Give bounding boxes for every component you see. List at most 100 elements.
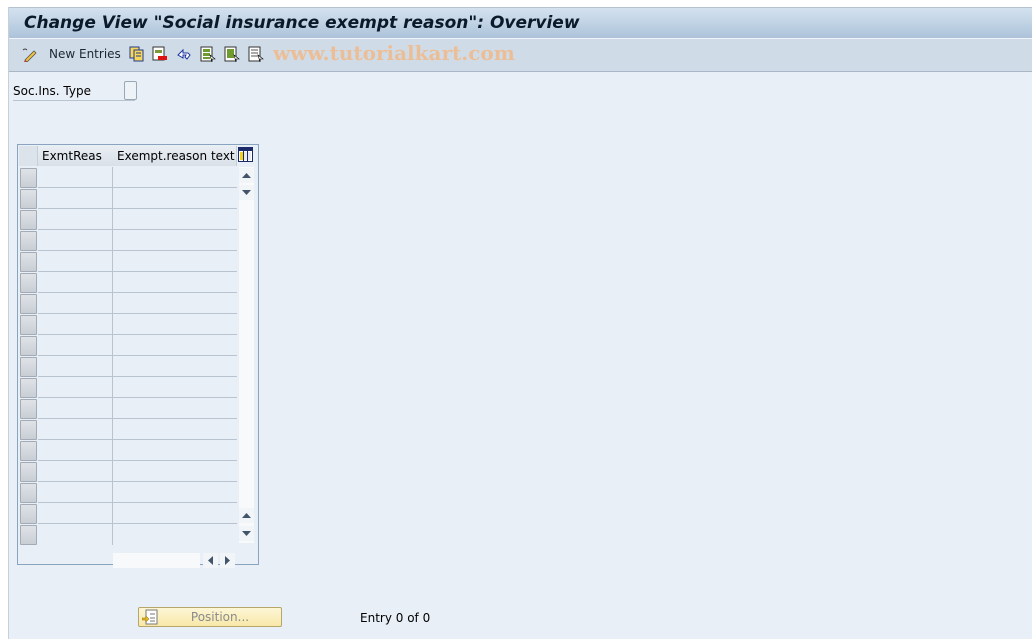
display-change-button[interactable] — [21, 45, 37, 63]
copy-icon — [129, 46, 144, 62]
cell-exmtreas[interactable] — [38, 251, 113, 272]
cell-exempt-reason-text[interactable] — [113, 461, 237, 482]
row-selector[interactable] — [20, 378, 37, 398]
row-selector[interactable] — [20, 210, 37, 230]
cell-exempt-reason-text[interactable] — [113, 482, 237, 503]
cell-exempt-reason-text[interactable] — [113, 209, 237, 230]
cell-exempt-reason-text[interactable] — [113, 251, 237, 272]
cell-exmtreas[interactable] — [38, 419, 113, 440]
table-row — [19, 377, 237, 398]
cell-exempt-reason-text[interactable] — [113, 398, 237, 419]
cell-exmtreas[interactable] — [38, 482, 113, 503]
cell-exmtreas[interactable] — [38, 230, 113, 251]
position-button-label: Position... — [190, 610, 250, 624]
row-selector[interactable] — [20, 483, 37, 503]
table-row — [19, 188, 237, 209]
cell-exmtreas[interactable] — [38, 188, 113, 209]
table-row — [19, 461, 237, 482]
table-rows — [19, 167, 237, 545]
column-header-exempt-reason-text[interactable]: Exempt.reason text — [113, 146, 237, 166]
cell-exempt-reason-text[interactable] — [113, 440, 237, 461]
cell-exmtreas[interactable] — [38, 524, 113, 545]
delete-button[interactable] — [152, 45, 168, 63]
undo-arrow-icon — [177, 48, 191, 60]
table-row — [19, 272, 237, 293]
row-selector[interactable] — [20, 504, 37, 524]
row-selector[interactable] — [20, 252, 37, 272]
cell-exempt-reason-text[interactable] — [113, 335, 237, 356]
cell-exmtreas[interactable] — [38, 461, 113, 482]
row-selector[interactable] — [20, 399, 37, 419]
cell-exmtreas[interactable] — [38, 314, 113, 335]
copy-as-button[interactable] — [129, 45, 145, 63]
cell-exempt-reason-text[interactable] — [113, 188, 237, 209]
row-selector[interactable] — [20, 231, 37, 251]
scroll-right-button[interactable] — [220, 553, 235, 568]
cell-exempt-reason-text[interactable] — [113, 167, 237, 188]
cell-exempt-reason-text[interactable] — [113, 524, 237, 545]
table-settings-icon[interactable] — [238, 147, 253, 162]
table-row — [19, 356, 237, 377]
row-selector[interactable] — [20, 420, 37, 440]
table-row — [19, 440, 237, 461]
cell-exmtreas[interactable] — [38, 398, 113, 419]
cell-exmtreas[interactable] — [38, 272, 113, 293]
scroll-page-down-button[interactable] — [239, 526, 254, 541]
new-entries-button[interactable]: New Entries — [49, 45, 121, 63]
cell-exempt-reason-text[interactable] — [113, 293, 237, 314]
vertical-scrollbar[interactable] — [239, 167, 254, 543]
row-selector[interactable] — [20, 189, 37, 209]
cell-exempt-reason-text[interactable] — [113, 272, 237, 293]
row-selector[interactable] — [20, 168, 37, 188]
cell-exempt-reason-text[interactable] — [113, 230, 237, 251]
page-title: Change View "Social insurance exempt rea… — [24, 13, 580, 33]
scroll-up-button[interactable] — [239, 168, 254, 183]
table-row — [19, 335, 237, 356]
row-selector[interactable] — [20, 294, 37, 314]
cell-exmtreas[interactable] — [38, 209, 113, 230]
row-selector[interactable] — [20, 441, 37, 461]
table-row — [19, 503, 237, 524]
pencil-glasses-icon — [22, 48, 37, 62]
table-row — [19, 419, 237, 440]
select-all-rows-header[interactable] — [19, 146, 38, 166]
table-row — [19, 251, 237, 272]
cell-exmtreas[interactable] — [38, 503, 113, 524]
scroll-left-button[interactable] — [203, 553, 218, 568]
table-row — [19, 398, 237, 419]
column-header-exmtreas[interactable]: ExmtReas — [38, 146, 114, 166]
select-block-button[interactable] — [224, 45, 240, 63]
sap-window: Change View "Social insurance exempt rea… — [8, 7, 1032, 639]
undo-change-button[interactable] — [176, 45, 192, 63]
row-selector[interactable] — [20, 315, 37, 335]
cell-exempt-reason-text[interactable] — [113, 356, 237, 377]
arrow-up-icon — [242, 173, 251, 178]
row-selector[interactable] — [20, 273, 37, 293]
cell-exempt-reason-text[interactable] — [113, 377, 237, 398]
row-selector[interactable] — [20, 357, 37, 377]
cell-exmtreas[interactable] — [38, 335, 113, 356]
cell-exmtreas[interactable] — [38, 440, 113, 461]
soc-ins-type-field[interactable] — [124, 81, 137, 100]
row-selector[interactable] — [20, 336, 37, 356]
soc-ins-type-label: Soc.Ins. Type — [13, 82, 135, 101]
row-selector[interactable] — [20, 525, 37, 545]
cell-exmtreas[interactable] — [38, 167, 113, 188]
cell-exempt-reason-text[interactable] — [113, 419, 237, 440]
cell-exmtreas[interactable] — [38, 356, 113, 377]
arrow-down-icon — [242, 190, 251, 195]
cell-exempt-reason-text[interactable] — [113, 314, 237, 335]
select-all-button[interactable] — [200, 45, 216, 63]
row-selector[interactable] — [20, 462, 37, 482]
table-row — [19, 524, 237, 545]
cell-exmtreas[interactable] — [38, 293, 113, 314]
deselect-all-icon — [248, 46, 264, 62]
scroll-page-up-button[interactable] — [239, 508, 254, 523]
cell-exempt-reason-text[interactable] — [113, 503, 237, 524]
scroll-down-button[interactable] — [239, 185, 254, 200]
title-bar: Change View "Social insurance exempt rea… — [9, 7, 1032, 39]
position-button[interactable]: Position... — [138, 607, 282, 627]
cell-exmtreas[interactable] — [38, 377, 113, 398]
deselect-all-button[interactable] — [248, 45, 264, 63]
horizontal-scrollbar[interactable] — [113, 553, 200, 568]
